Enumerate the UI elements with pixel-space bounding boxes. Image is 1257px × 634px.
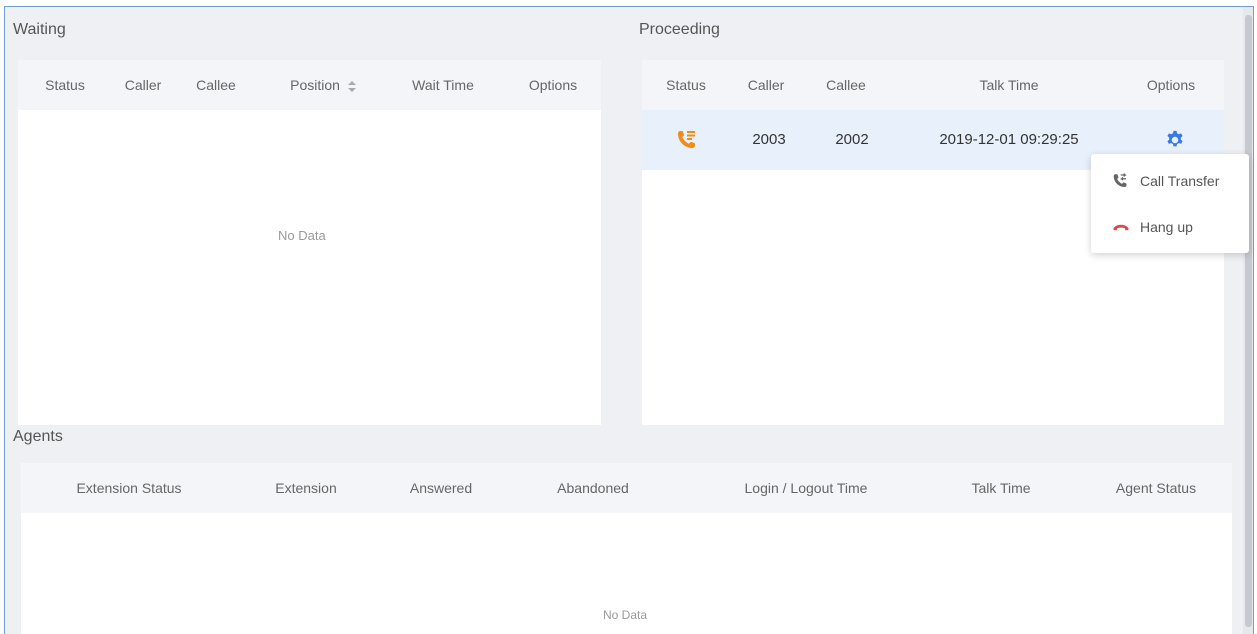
agents-table: Extension Status Extension Answered Aban… [21,463,1232,634]
column-header-extension[interactable]: Extension [261,463,351,513]
column-header-position-label: Position [290,77,340,93]
hang-up-menu-item[interactable]: Hang up [1091,209,1249,245]
column-header-status[interactable]: Status [35,60,95,110]
column-header-abandoned[interactable]: Abandoned [543,463,643,513]
waiting-section-title: Waiting [13,21,66,38]
column-header-callee[interactable]: Callee [816,60,876,110]
gear-icon[interactable] [1164,129,1186,151]
column-header-extension-status[interactable]: Extension Status [59,463,199,513]
waiting-table: Status Caller Callee Position Wait Time … [18,60,601,425]
column-header-options[interactable]: Options [518,60,588,110]
callee-cell: 2002 [835,131,869,148]
agents-section-title: Agents [13,428,63,445]
column-header-login-logout-time[interactable]: Login / Logout Time [721,463,891,513]
waiting-empty-text: No Data [278,228,326,243]
column-header-options[interactable]: Options [1136,60,1206,110]
agents-empty-text: No Data [603,608,648,622]
agents-table-header: Extension Status Extension Answered Aban… [21,463,1232,513]
queue-monitor-frame: Waiting Status Caller Callee Position Wa… [4,6,1254,634]
column-header-wait-time[interactable]: Wait Time [398,60,488,110]
column-header-caller[interactable]: Caller [736,60,796,110]
column-header-callee[interactable]: Callee [186,60,246,110]
column-header-status[interactable]: Status [656,60,716,110]
column-header-position[interactable]: Position [278,60,368,110]
scrollbar[interactable] [1243,7,1253,634]
column-header-talk-time[interactable]: Talk Time [956,463,1046,513]
options-dropdown-menu: Call Transfer Hang up [1091,154,1249,253]
scrollbar-thumb[interactable] [1245,15,1252,627]
call-transfer-menu-item[interactable]: Call Transfer [1091,163,1249,199]
waiting-table-header: Status Caller Callee Position Wait Time … [18,60,601,110]
proceeding-section-title: Proceeding [639,21,720,38]
hang-up-icon [1113,224,1129,231]
column-header-answered[interactable]: Answered [396,463,486,513]
call-in-progress-icon [678,131,695,149]
column-header-caller[interactable]: Caller [113,60,173,110]
status-cell [666,110,706,170]
column-header-agent-status[interactable]: Agent Status [1101,463,1211,513]
sort-icon[interactable] [347,80,356,92]
call-transfer-label: Call Transfer [1140,173,1220,189]
proceeding-table-header: Status Caller Callee Talk Time Options [642,60,1224,110]
column-header-talk-time[interactable]: Talk Time [944,60,1074,110]
caller-cell: 2003 [752,131,786,148]
hang-up-label: Hang up [1140,219,1193,235]
talk-time-cell: 2019-12-01 09:29:25 [939,131,1079,148]
call-transfer-icon [1113,173,1127,187]
